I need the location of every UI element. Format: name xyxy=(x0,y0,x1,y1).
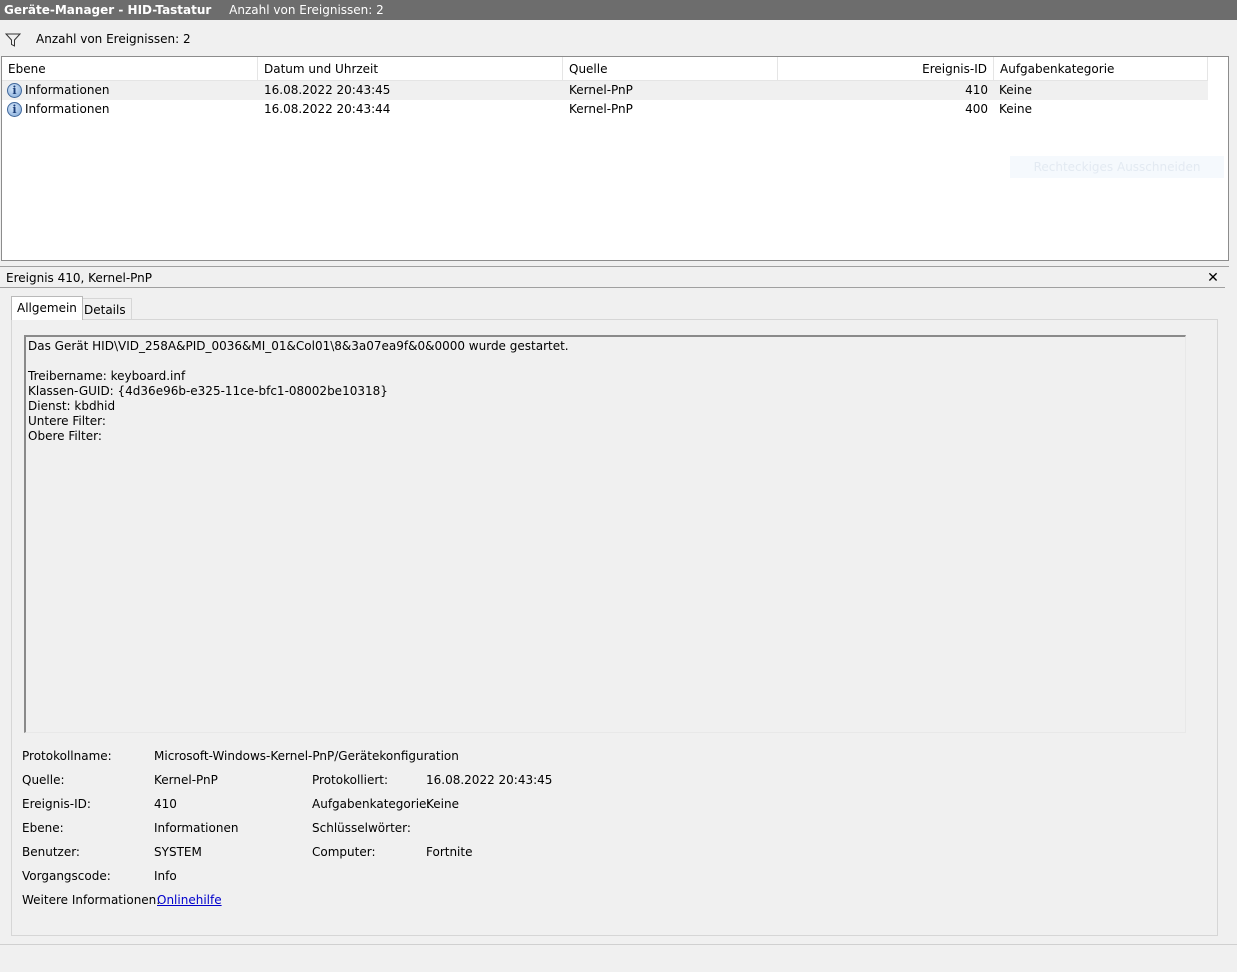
window-title: Geräte-Manager - HID-Tastatur xyxy=(4,3,212,17)
description-line: Obere Filter: xyxy=(28,429,102,443)
status-bar xyxy=(0,944,1237,972)
prop-value-ebene: Informationen xyxy=(154,821,239,835)
onlinehilfe-link[interactable]: Onlinehilfe xyxy=(157,892,222,908)
prop-label-computer: Computer: xyxy=(312,845,376,859)
prop-label-protokolliert: Protokolliert: xyxy=(312,773,389,787)
tab-details[interactable]: Details xyxy=(78,298,132,320)
prop-value-computer: Fortnite xyxy=(426,845,473,859)
row-level: Informationen xyxy=(25,102,110,116)
row-task-category: Keine xyxy=(999,102,1032,116)
ghost-snip-button: Rechteckiges Ausschneiden xyxy=(1010,156,1224,178)
description-line: Dienst: kbdhid xyxy=(28,399,116,413)
window-right-edge xyxy=(1229,20,1237,944)
event-description-box[interactable]: Das Gerät HID\VID_258A&PID_0036&MI_01&Co… xyxy=(24,335,1186,733)
description-line: Klassen-GUID: {4d36e96b-e325-11ce-bfc1-0… xyxy=(28,384,388,398)
prop-label-quelle: Quelle: xyxy=(22,773,65,787)
column-header-event-id[interactable]: Ereignis-ID xyxy=(778,57,994,81)
prop-value-ereignis-id: 410 xyxy=(154,797,177,811)
detail-title: Ereignis 410, Kernel-PnP xyxy=(0,268,1225,288)
prop-label-schluesselwoerter: Schlüsselwörter: xyxy=(312,821,411,835)
column-header-datetime[interactable]: Datum und Uhrzeit xyxy=(258,57,563,81)
prop-label-vorgangscode: Vorgangscode: xyxy=(22,869,111,883)
row-datetime: 16.08.2022 20:43:44 xyxy=(264,102,391,116)
description-line: Untere Filter: xyxy=(28,414,106,428)
prop-label-protokollname: Protokollname: xyxy=(22,749,112,763)
row-datetime: 16.08.2022 20:43:45 xyxy=(264,83,391,97)
row-event-id: 410 xyxy=(965,83,988,97)
column-header-row: Ebene Datum und Uhrzeit Quelle Ereignis-… xyxy=(2,57,1208,81)
column-header-source[interactable]: Quelle xyxy=(563,57,778,81)
prop-value-protokollname: Microsoft-Windows-Kernel-PnP/Gerätekonfi… xyxy=(154,749,459,763)
prop-value-quelle: Kernel-PnP xyxy=(154,773,218,787)
title-event-count: Anzahl von Ereignissen: 2 xyxy=(229,3,384,17)
prop-value-protokolliert: 16.08.2022 20:43:45 xyxy=(426,773,553,787)
prop-label-ebene: Ebene: xyxy=(22,821,64,835)
info-icon: i xyxy=(7,102,22,117)
row-event-id: 400 xyxy=(965,102,988,116)
description-line xyxy=(28,354,1183,369)
row-source: Kernel-PnP xyxy=(569,83,633,97)
row-source: Kernel-PnP xyxy=(569,102,633,116)
filter-count-text: Anzahl von Ereignissen: 2 xyxy=(36,32,191,46)
info-icon: i xyxy=(7,83,22,98)
prop-value-aufgabenkategorie: Keine xyxy=(426,797,459,811)
title-bar: Geräte-Manager - HID-Tastatur Anzahl von… xyxy=(0,0,1237,20)
prop-label-aufgabenkategorie: Aufgabenkategorie: xyxy=(312,797,431,811)
table-row[interactable]: i Informationen 16.08.2022 20:43:44 Kern… xyxy=(2,100,1208,119)
row-task-category: Keine xyxy=(999,83,1032,97)
description-line: Das Gerät HID\VID_258A&PID_0036&MI_01&Co… xyxy=(28,339,569,353)
pane-splitter[interactable] xyxy=(0,261,1230,267)
column-header-task-category[interactable]: Aufgabenkategorie xyxy=(994,57,1208,81)
tab-allgemein[interactable]: Allgemein xyxy=(11,296,83,320)
description-line: Treibername: keyboard.inf xyxy=(28,369,186,383)
prop-label-ereignis-id: Ereignis-ID: xyxy=(22,797,91,811)
event-list[interactable]: Ebene Datum und Uhrzeit Quelle Ereignis-… xyxy=(1,56,1229,261)
prop-label-benutzer: Benutzer: xyxy=(22,845,80,859)
filter-icon[interactable] xyxy=(4,31,22,47)
filter-bar: Anzahl von Ereignissen: 2 xyxy=(0,26,1230,52)
prop-value-benutzer: SYSTEM xyxy=(154,845,202,859)
table-row[interactable]: i Informationen 16.08.2022 20:43:45 Kern… xyxy=(2,81,1208,100)
prop-label-weitere-informationen: Weitere Informationen: xyxy=(22,893,161,907)
row-level: Informationen xyxy=(25,83,110,97)
prop-value-vorgangscode: Info xyxy=(154,869,177,883)
close-icon[interactable]: ✕ xyxy=(1205,268,1221,288)
column-header-level[interactable]: Ebene xyxy=(2,57,258,81)
